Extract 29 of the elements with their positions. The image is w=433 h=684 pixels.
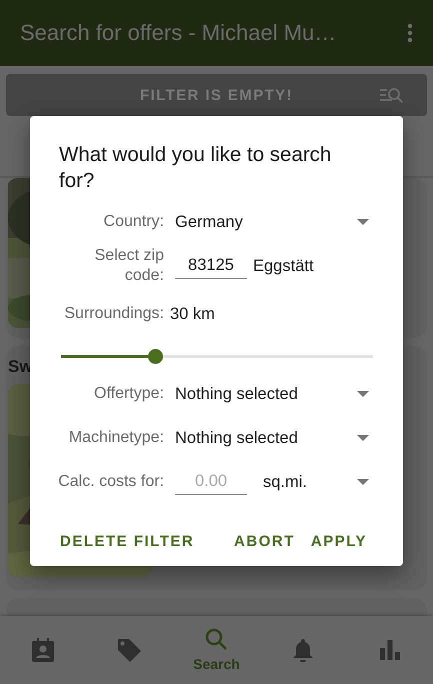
field-label: Calc. costs for:: [57, 472, 164, 492]
dropdown-arrow-icon: [357, 435, 369, 441]
search-icon: [205, 628, 228, 650]
more-icon[interactable]: [407, 23, 413, 43]
country-dropdown[interactable]: Germany: [175, 200, 373, 244]
surroundings-value: 30 km: [170, 304, 216, 324]
type-dropdown[interactable]: Nothing selected: [175, 416, 373, 460]
field-label: Country:: [102, 212, 164, 232]
delete-filter-button[interactable]: DELETE FILTER: [54, 527, 200, 556]
surroundings-slider[interactable]: [61, 349, 373, 364]
app-title: Search for offers - Michael Mu…: [20, 20, 336, 46]
field-label: Offertype:: [93, 384, 164, 404]
type-dropdown[interactable]: Nothing selected: [175, 372, 373, 416]
dropdown-arrow-icon: [357, 479, 369, 485]
dialog-title: What would you like to search for?: [59, 142, 332, 194]
unit-dropdown[interactable]: sq.mi.: [263, 460, 373, 504]
field-label: Select zip code:: [94, 246, 164, 286]
dropdown-arrow-icon: [357, 391, 369, 397]
dialog-button[interactable]: ABORT: [228, 527, 301, 556]
filter-search-icon: [379, 86, 405, 104]
tag-icon: [117, 638, 142, 662]
field-label: Surroundings:: [63, 304, 164, 324]
field-label: Machinetype:: [68, 428, 164, 448]
dialog-button[interactable]: APPLY: [304, 527, 373, 556]
place-name: Eggstätt: [253, 256, 314, 276]
bar-chart-icon: [380, 640, 400, 660]
contact-card-icon: [32, 638, 54, 662]
dropdown-arrow-icon: [357, 219, 369, 225]
bell-icon: [293, 638, 314, 662]
